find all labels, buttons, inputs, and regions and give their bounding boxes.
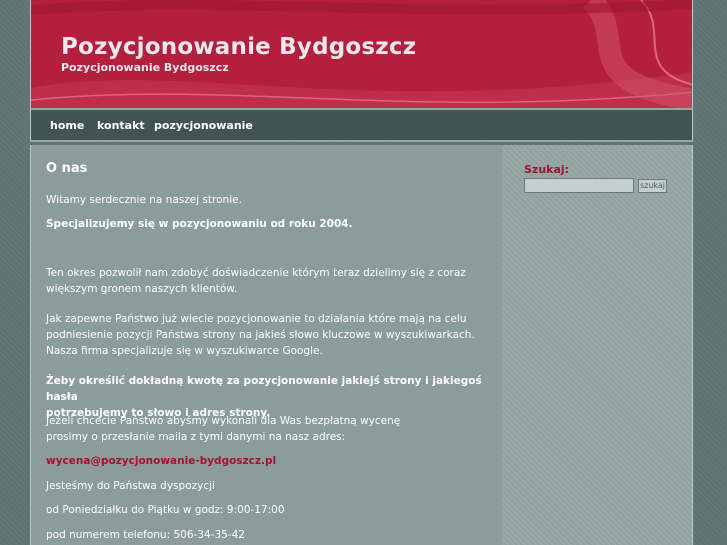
sidebar: Szukaj: szukaj (502, 145, 693, 545)
paragraph-free-quote: Jeżeli chcecie Państwo abyśmy wykonali d… (46, 413, 486, 445)
search-input[interactable] (524, 178, 634, 193)
text-line: Nasza firma specjalizuje się w wyszukiwa… (46, 345, 323, 357)
nav-item-pozycjonowanie[interactable]: pozycjonowanie (154, 119, 253, 132)
site-title: Pozycjonowanie Bydgoszcz (61, 34, 417, 60)
content-heading: O nas (46, 161, 88, 176)
nav-item-home[interactable]: home (50, 119, 84, 132)
text-line: Jak zapewne Państwo już wiecie pozycjono… (46, 313, 467, 325)
paragraph-seo-description: Jak zapewne Państwo już wiecie pozycjono… (46, 311, 486, 359)
paragraph-welcome: Witamy serdecznie na naszej stronie. (46, 194, 242, 206)
site-header: Pozycjonowanie Bydgoszcz Pozycjonowanie … (30, 0, 693, 108)
text-line: Żeby określić dokładną kwotę za pozycjon… (46, 375, 482, 403)
paragraph-specialization: Specjalizujemy się w pozycjonowaniu od r… (46, 218, 353, 230)
paragraph-availability: Jesteśmy do Państwa dyspozycji (46, 480, 215, 492)
search-button[interactable]: szukaj (638, 179, 667, 193)
text-line: prosimy o przesłanie maila z tymi danymi… (46, 431, 346, 443)
email-link[interactable]: wycena@pozycjonowanie-bydgoszcz.pl (46, 455, 276, 467)
search-label: Szukaj: (524, 163, 570, 176)
paragraph-email: wycena@pozycjonowanie-bydgoszcz.pl (46, 453, 486, 469)
main-nav: home kontakt pozycjonowanie (30, 108, 693, 142)
paragraph-experience: Ten okres pozwolił nam zdobyć doświadcze… (46, 265, 486, 297)
main-content: O nas Witamy serdecznie na naszej stroni… (30, 145, 502, 545)
text-line: podniesienie pozycji Państwa strony na j… (46, 329, 475, 341)
text-line: większym gronem naszych klientów. (46, 283, 238, 295)
site-subtitle: Pozycjonowanie Bydgoszcz (61, 61, 229, 74)
text-line: Jeżeli chcecie Państwo abyśmy wykonali d… (46, 415, 401, 427)
nav-item-kontakt[interactable]: kontakt (97, 119, 145, 132)
paragraph-hours: od Poniedziałku do Piątku w godz: 9:00-1… (46, 504, 285, 516)
paragraph-phone: pod numerem telefonu: 506-34-35-42 (46, 529, 245, 541)
page-wrapper: Pozycjonowanie Bydgoszcz Pozycjonowanie … (30, 0, 693, 545)
text-line: Ten okres pozwolił nam zdobyć doświadcze… (46, 267, 466, 279)
